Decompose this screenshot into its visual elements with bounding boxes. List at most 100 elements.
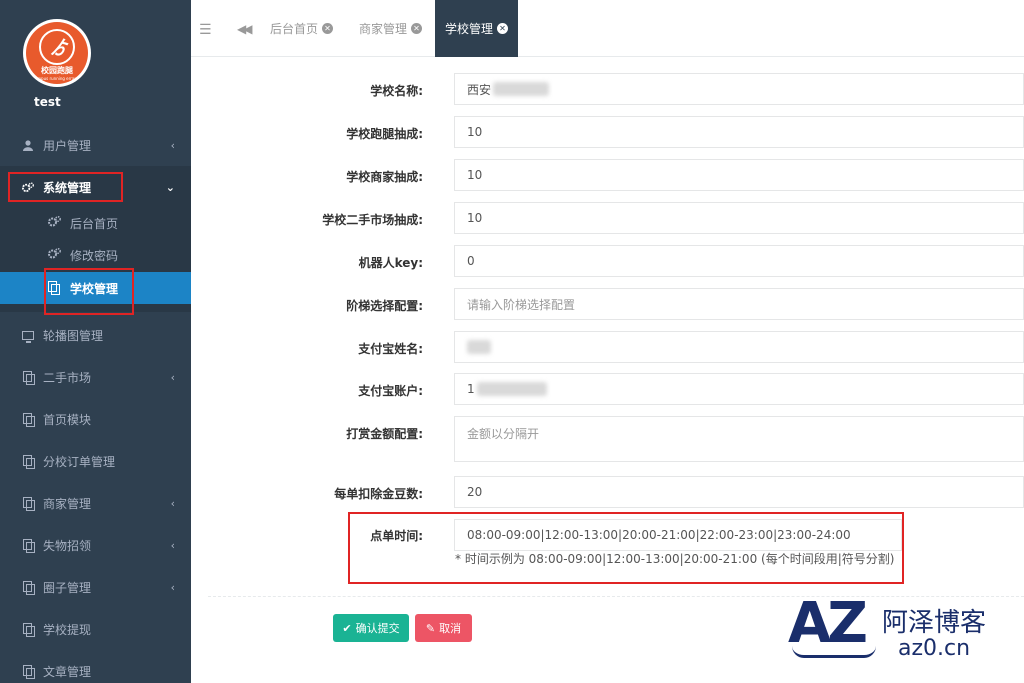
field-label: 支付宝姓名:	[358, 342, 423, 356]
copy-icon	[22, 413, 35, 427]
form-row-alipay-account: 支付宝账户: 1	[191, 373, 1024, 405]
chevron-left-icon: ‹	[170, 580, 175, 594]
monitor-icon	[22, 329, 34, 343]
sidebar-item-label: 圈子管理	[43, 580, 92, 595]
form-row-secondhand-commission: 学校二手市场抽成: 10	[191, 202, 1024, 234]
alipay-account-input[interactable]: 1	[454, 373, 1024, 405]
sidebar-item-label: 轮播图管理	[43, 328, 104, 343]
logo-text: 校园跑腿	[41, 66, 73, 75]
form-row-deduct-beans: 每单扣除金豆数: 20	[191, 476, 1024, 508]
tab-dashboard[interactable]: 后台首页 ✕	[270, 0, 334, 57]
field-value: 1	[467, 382, 475, 396]
button-label: 确认提交	[355, 622, 400, 635]
form-row-errand-commission: 学校跑腿抽成: 10	[191, 116, 1024, 148]
watermark-logo: AZ	[788, 591, 868, 656]
sidebar-item-home-modules[interactable]: 首页模块	[0, 398, 191, 440]
field-value: 10	[467, 125, 483, 139]
merchant-commission-input[interactable]: 10	[454, 159, 1024, 191]
redacted-text	[467, 340, 491, 354]
field-value: 0	[467, 254, 475, 268]
field-label: 机器人key:	[358, 256, 423, 270]
sidebar-item-branch-orders[interactable]: 分校订单管理	[0, 440, 191, 482]
tab-label: 后台首页	[270, 22, 319, 36]
copy-icon	[22, 455, 35, 469]
field-placeholder: 金额以分隔开	[467, 427, 540, 441]
sidebar-item-lost-found[interactable]: 失物招领 ‹	[0, 524, 191, 566]
redacted-text	[476, 382, 547, 396]
sidebar-item-secondhand[interactable]: 二手市场 ‹	[0, 356, 191, 398]
copy-icon	[22, 623, 35, 637]
profile: ゟ 校园跑腿 campus running errands test	[0, 0, 191, 124]
user-icon	[22, 139, 34, 151]
close-icon[interactable]: ✕	[322, 23, 334, 34]
sidebar-item-school-withdraw[interactable]: 学校提现	[0, 608, 191, 650]
sidebar-item-label: 学校提现	[43, 622, 92, 637]
tab-bar: ☰ ◀◀ 后台首页 ✕ 商家管理 ✕ 学校管理 ✕	[191, 0, 1024, 57]
field-value: 西安	[467, 82, 492, 97]
reward-config-textarea[interactable]: 金额以分隔开	[454, 416, 1024, 462]
chevron-left-icon: ‹	[170, 370, 175, 384]
chevron-left-icon: ‹	[170, 538, 175, 552]
sidebar-item-label: 二手市场	[43, 370, 92, 385]
sidebar-item-merchants[interactable]: 商家管理 ‹	[0, 482, 191, 524]
field-label: 每单扣除金豆数:	[334, 487, 423, 501]
sidebar-item-label: 分校订单管理	[43, 454, 116, 469]
field-label: 学校商家抽成:	[346, 170, 423, 184]
tab-label: 学校管理	[445, 22, 494, 36]
form-row-alipay-name: 支付宝姓名:	[191, 331, 1024, 363]
sidebar: ゟ 校园跑腿 campus running errands test 用户管理 …	[0, 0, 191, 683]
field-label: 学校跑腿抽成:	[346, 127, 423, 141]
sidebar-item-label: 首页模块	[43, 412, 92, 427]
ladder-config-input[interactable]: 请输入阶梯选择配置	[454, 288, 1024, 320]
close-icon[interactable]: ✕	[497, 23, 509, 34]
chevron-left-icon: ‹	[170, 138, 175, 152]
tab-school-management[interactable]: 学校管理 ✕	[435, 0, 519, 57]
gears-icon	[48, 216, 61, 230]
field-value: 10	[467, 168, 483, 182]
sidebar-item-carousel[interactable]: 轮播图管理	[0, 314, 191, 356]
close-icon[interactable]: ✕	[411, 23, 423, 34]
alipay-name-input[interactable]	[454, 331, 1024, 363]
errand-commission-input[interactable]: 10	[454, 116, 1024, 148]
school-name-input[interactable]: 西安	[454, 73, 1024, 105]
sidebar-item-circles[interactable]: 圈子管理 ‹	[0, 566, 191, 608]
secondhand-commission-input[interactable]: 10	[454, 202, 1024, 234]
gears-icon	[48, 248, 61, 262]
sidebar-item-label: 商家管理	[43, 496, 92, 511]
sidebar-subitem-label: 后台首页	[70, 216, 119, 231]
sidebar-subitem-dashboard[interactable]: 后台首页	[0, 207, 191, 239]
tab-merchants[interactable]: 商家管理 ✕	[359, 0, 423, 57]
chevron-down-icon: ⌄	[165, 180, 175, 194]
watermark-title: 阿泽博客	[882, 608, 987, 638]
field-value: 10	[467, 211, 483, 225]
sidebar-subitem-change-password[interactable]: 修改密码	[0, 239, 191, 271]
sidebar-item-articles[interactable]: 文章管理	[0, 650, 191, 683]
robot-key-input[interactable]: 0	[454, 245, 1024, 277]
book-icon	[792, 646, 876, 658]
field-placeholder: 请输入阶梯选择配置	[467, 297, 576, 312]
annotation-box-system	[8, 172, 123, 202]
check-icon: ✔	[342, 621, 352, 635]
form-row-school-name: 学校名称: 西安	[191, 73, 1024, 105]
copy-icon	[22, 371, 35, 385]
annotation-box-order-time	[348, 512, 904, 584]
field-label: 学校二手市场抽成:	[322, 213, 423, 227]
sidebar-item-label: 失物招领	[43, 538, 92, 553]
sidebar-item-users[interactable]: 用户管理 ‹	[0, 124, 191, 166]
form-row-ladder-config: 阶梯选择配置: 请输入阶梯选择配置	[191, 288, 1024, 320]
eraser-icon: ✎	[425, 621, 436, 635]
sidebar-item-label: 用户管理	[43, 138, 92, 153]
deduct-beans-input[interactable]: 20	[454, 476, 1024, 508]
copy-icon	[22, 581, 35, 595]
form-row-robot-key: 机器人key: 0	[191, 245, 1024, 277]
chevron-left-icon: ‹	[170, 496, 175, 510]
menu-toggle-icon[interactable]: ☰	[199, 22, 212, 38]
username: test	[34, 95, 61, 109]
tabs-scroll-left-icon[interactable]: ◀◀	[237, 22, 253, 36]
avatar[interactable]: ゟ 校园跑腿 campus running errands	[23, 19, 91, 87]
confirm-submit-button[interactable]: ✔ 确认提交	[333, 614, 409, 642]
cancel-button[interactable]: ✎ 取消	[415, 614, 472, 642]
field-value: 20	[467, 485, 483, 499]
form-row-reward-config: 打赏金额配置: 金额以分隔开	[191, 416, 1024, 462]
copy-icon	[22, 539, 35, 553]
